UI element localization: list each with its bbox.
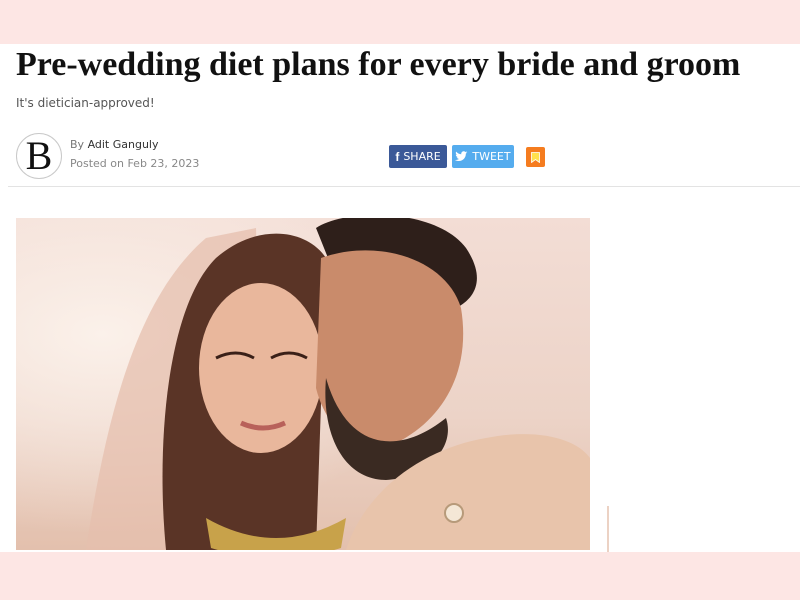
- hero-image: [16, 218, 590, 550]
- brand-logo[interactable]: B: [16, 133, 62, 179]
- tweet-label: TWEET: [472, 150, 511, 163]
- facebook-icon: f: [395, 149, 400, 164]
- twitter-icon: [455, 151, 468, 162]
- tweet-button[interactable]: TWEET: [452, 145, 514, 168]
- share-label: SHARE: [403, 150, 441, 163]
- header-divider: [8, 186, 800, 187]
- author-link[interactable]: Adit Ganguly: [88, 138, 159, 151]
- logo-letter: B: [25, 133, 53, 178]
- bottom-band: [0, 552, 800, 600]
- top-band: [0, 0, 800, 44]
- article-title: Pre-wedding diet plans for every bride a…: [16, 46, 741, 83]
- bookmark-icon: [531, 151, 540, 163]
- byline-prefix: By: [70, 138, 85, 151]
- facebook-share-button[interactable]: f SHARE: [389, 145, 447, 168]
- side-image-edge: [607, 506, 609, 552]
- article-subtitle: It's dietician-approved!: [16, 96, 155, 110]
- byline: By Adit Ganguly: [70, 138, 159, 151]
- posted-date: Posted on Feb 23, 2023: [70, 157, 200, 170]
- bookmark-button[interactable]: [526, 147, 545, 167]
